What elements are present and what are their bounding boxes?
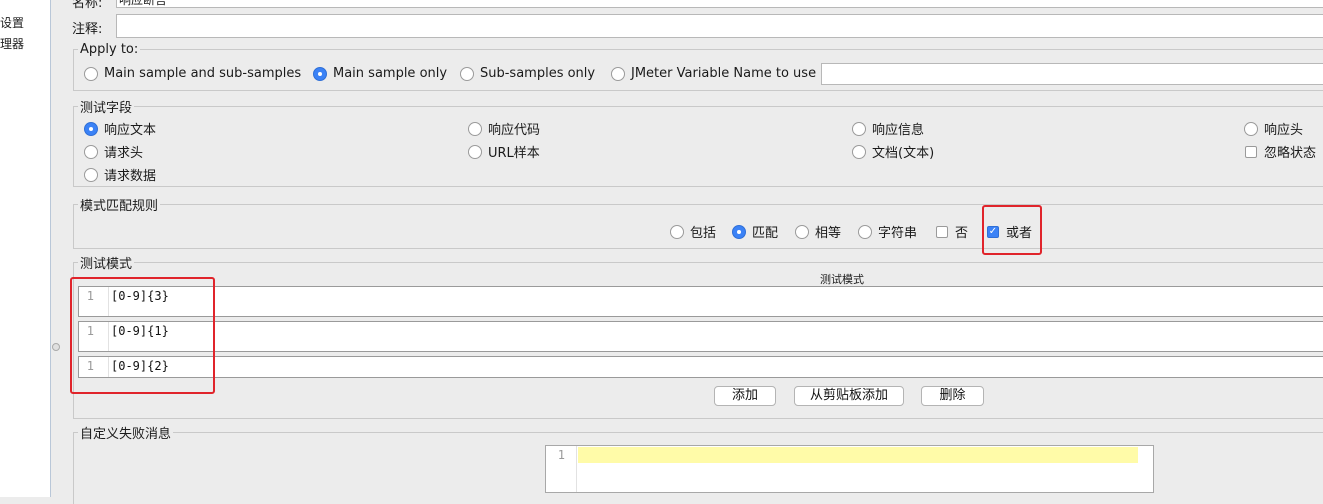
test-patterns-legend: 测试模式 xyxy=(80,257,133,272)
checkbox-not[interactable]: 否 xyxy=(936,222,968,241)
radio-label: 相等 xyxy=(815,226,842,241)
radio-icon xyxy=(468,144,482,159)
radio-equals[interactable]: 相等 xyxy=(795,222,841,241)
name-input[interactable]: 响应断言 xyxy=(116,0,1323,8)
add-from-clipboard-button[interactable]: 从剪贴板添加 xyxy=(794,386,904,406)
highlight-box-or xyxy=(982,205,1042,255)
pattern-row-1[interactable]: 1 [0-9]{3} xyxy=(78,286,1323,317)
radio-label: JMeter Variable Name to use xyxy=(631,66,817,81)
radio-icon xyxy=(670,224,684,239)
tree-item-config[interactable]: 设置 xyxy=(0,14,24,31)
test-field-group: 测试字段 xyxy=(73,97,1323,187)
radio-icon xyxy=(84,167,98,182)
radio-response-headers[interactable]: 响应头 xyxy=(1244,119,1303,138)
tree-item-processor[interactable]: 理器 xyxy=(0,35,24,52)
table-column-header: 测试模式 xyxy=(820,273,864,286)
pattern-row-2[interactable]: 1 [0-9]{1} xyxy=(78,321,1323,352)
radio-icon xyxy=(795,224,809,239)
radio-label: Main sample only xyxy=(333,66,448,81)
custom-failure-legend: 自定义失败消息 xyxy=(80,427,172,442)
radio-selected-icon xyxy=(84,121,98,136)
radio-label: 包括 xyxy=(690,226,717,241)
radio-label: 请求头 xyxy=(104,146,144,161)
radio-label: 匹配 xyxy=(752,226,779,241)
radio-document-text[interactable]: 文档(文本) xyxy=(852,142,934,161)
test-field-legend: 测试字段 xyxy=(80,101,133,116)
radio-response-message[interactable]: 响应信息 xyxy=(852,119,924,138)
radio-jmeter-variable[interactable]: JMeter Variable Name to use xyxy=(611,66,816,81)
add-button[interactable]: 添加 xyxy=(714,386,776,406)
radio-label: 字符串 xyxy=(878,226,918,241)
radio-icon xyxy=(611,66,625,81)
radio-icon xyxy=(84,144,98,159)
radio-main-only[interactable]: Main sample only xyxy=(313,66,447,81)
radio-icon xyxy=(460,66,474,81)
radio-request-data[interactable]: 请求数据 xyxy=(84,165,156,184)
splitter-handle[interactable] xyxy=(52,343,60,351)
radio-icon xyxy=(468,121,482,136)
jmeter-variable-input[interactable] xyxy=(821,63,1323,85)
radio-icon xyxy=(852,144,866,159)
radio-selected-icon xyxy=(732,224,746,239)
apply-to-legend: Apply to: xyxy=(80,42,139,57)
radio-label: 响应文本 xyxy=(104,123,157,138)
comment-input[interactable] xyxy=(116,14,1323,38)
name-label: 名称: xyxy=(72,0,103,11)
test-plan-tree: 设置 理器 xyxy=(0,0,51,497)
radio-icon xyxy=(84,66,98,81)
radio-response-text[interactable]: 响应文本 xyxy=(84,119,156,138)
checkbox-label: 否 xyxy=(955,226,969,241)
radio-matches[interactable]: 匹配 xyxy=(732,222,778,241)
radio-contains[interactable]: 包括 xyxy=(670,222,716,241)
radio-label: 响应头 xyxy=(1264,123,1304,138)
radio-selected-icon xyxy=(313,66,327,81)
highlight-box-patterns xyxy=(70,277,215,394)
radio-main-and-sub[interactable]: Main sample and sub-samples xyxy=(84,66,301,81)
radio-label: 响应代码 xyxy=(488,123,541,138)
radio-label: Sub-samples only xyxy=(480,66,596,81)
checkbox-icon xyxy=(1245,145,1257,158)
radio-request-headers[interactable]: 请求头 xyxy=(84,142,143,161)
checkbox-ignore-status[interactable]: 忽略状态 xyxy=(1245,142,1316,161)
radio-label: 文档(文本) xyxy=(872,146,935,161)
radio-label: 请求数据 xyxy=(104,169,157,184)
checkbox-icon xyxy=(936,225,948,238)
radio-url-sample[interactable]: URL样本 xyxy=(468,142,540,161)
comment-label: 注释: xyxy=(72,22,103,37)
radio-response-code[interactable]: 响应代码 xyxy=(468,119,540,138)
radio-icon xyxy=(852,121,866,136)
failure-message-editor[interactable]: 1 xyxy=(545,445,1154,493)
checkbox-label: 忽略状态 xyxy=(1264,146,1317,161)
line-number: 1 xyxy=(546,446,577,492)
delete-button[interactable]: 删除 xyxy=(921,386,984,406)
pattern-row-3[interactable]: 1 [0-9]{2} xyxy=(78,356,1323,378)
radio-label: URL样本 xyxy=(488,146,540,161)
current-line-highlight xyxy=(578,447,1138,463)
radio-label: 响应信息 xyxy=(872,123,925,138)
radio-substring[interactable]: 字符串 xyxy=(858,222,917,241)
name-value: 响应断言 xyxy=(119,0,168,7)
radio-icon xyxy=(858,224,872,239)
radio-sub-only[interactable]: Sub-samples only xyxy=(460,66,595,81)
radio-label: Main sample and sub-samples xyxy=(104,66,302,81)
pattern-rules-legend: 模式匹配规则 xyxy=(80,199,159,214)
radio-icon xyxy=(1244,121,1258,136)
